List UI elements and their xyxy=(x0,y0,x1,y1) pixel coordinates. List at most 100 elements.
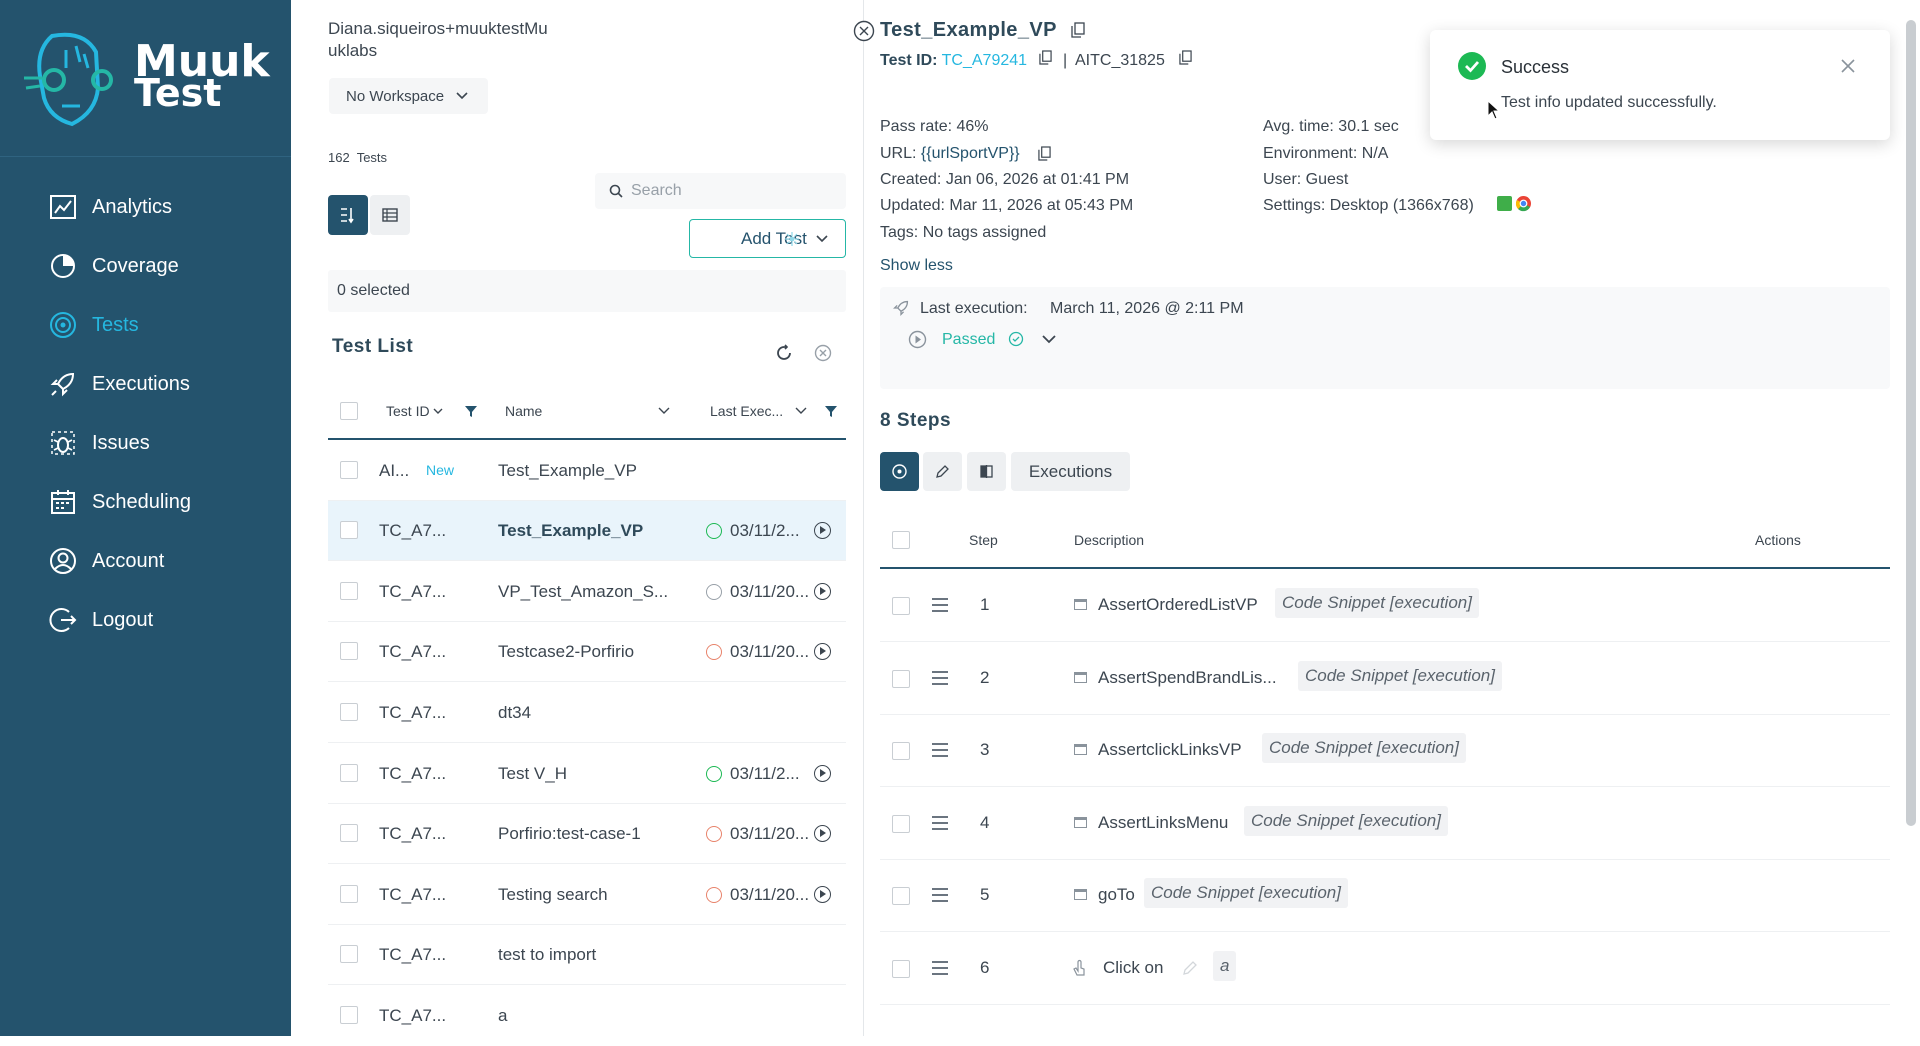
table-row[interactable]: TC_A7... Test V_H 03/11/2... xyxy=(328,744,846,804)
table-row[interactable]: TC_A7... dt34 xyxy=(328,683,846,743)
row-checkbox[interactable] xyxy=(340,703,358,721)
close-icon[interactable] xyxy=(1840,58,1856,74)
row-checkbox[interactable] xyxy=(340,582,358,600)
show-less-link[interactable]: Show less xyxy=(880,257,953,275)
sidebar: Muuk Test Analytics Coverage Tests Execu… xyxy=(0,0,291,1036)
column-test-id[interactable]: Test ID xyxy=(386,403,443,419)
column-last-exec[interactable]: Last Exec... xyxy=(710,403,783,419)
select-all-steps-checkbox[interactable] xyxy=(892,531,910,549)
play-icon[interactable] xyxy=(814,886,831,903)
add-test-button[interactable]: Add Test xyxy=(689,219,846,258)
table-row[interactable]: TC_A7... VP_Test_Amazon_S... 03/11/20... xyxy=(328,562,846,622)
logo[interactable]: Muuk Test xyxy=(0,0,291,157)
sidebar-item-analytics[interactable]: Analytics xyxy=(48,187,278,227)
tab-compare[interactable] xyxy=(967,452,1006,491)
code-snippet-icon xyxy=(1074,672,1087,683)
drag-handle-icon[interactable] xyxy=(932,961,948,975)
test-id-value[interactable]: TC_A79241 xyxy=(942,52,1027,69)
chevron-down-icon[interactable] xyxy=(658,407,670,415)
step-row[interactable]: 5 goTo Code Snippet [execution] xyxy=(880,860,1890,932)
workspace-dropdown[interactable]: No Workspace xyxy=(329,78,488,114)
refresh-icon[interactable] xyxy=(775,344,793,362)
step-checkbox[interactable] xyxy=(892,742,910,760)
view-toggle-table[interactable] xyxy=(370,195,410,235)
chevron-down-icon xyxy=(433,408,443,414)
chevron-down-icon[interactable] xyxy=(795,407,807,415)
drag-handle-icon[interactable] xyxy=(932,888,948,902)
play-icon[interactable] xyxy=(814,522,831,539)
play-icon[interactable] xyxy=(814,643,831,660)
table-row[interactable]: TC_A7... Porfirio:test-case-1 03/11/20..… xyxy=(328,804,846,864)
step-number: 4 xyxy=(980,813,990,832)
step-name: AssertclickLinksVP xyxy=(1098,740,1242,759)
play-icon[interactable] xyxy=(814,825,831,842)
step-row[interactable]: 4 AssertLinksMenu Code Snippet [executio… xyxy=(880,788,1890,860)
steps-title: 8 Steps xyxy=(880,410,952,431)
scrollbar-thumb[interactable] xyxy=(1906,20,1916,826)
table-row[interactable]: AI... New Test_Example_VP xyxy=(328,441,846,501)
step-row[interactable]: 2 AssertSpendBrandLis... Code Snippet [e… xyxy=(880,643,1890,715)
step-checkbox[interactable] xyxy=(892,887,910,905)
sidebar-item-coverage[interactable]: Coverage xyxy=(48,246,278,286)
selector-tag: a xyxy=(1213,951,1237,981)
play-icon[interactable] xyxy=(908,330,927,349)
step-checkbox[interactable] xyxy=(892,670,910,688)
drag-handle-icon[interactable] xyxy=(932,816,948,830)
tab-executions[interactable]: Executions xyxy=(1011,452,1130,491)
row-test-id: TC_A7... xyxy=(379,945,447,964)
copy-icon[interactable] xyxy=(1179,50,1192,65)
sidebar-item-scheduling[interactable]: Scheduling xyxy=(48,482,278,522)
row-checkbox[interactable] xyxy=(340,461,358,479)
table-row[interactable]: TC_A7... Test_Example_VP 03/11/2... xyxy=(328,501,846,561)
row-checkbox[interactable] xyxy=(340,824,358,842)
filter-icon[interactable] xyxy=(824,404,838,418)
tab-edit-steps[interactable] xyxy=(923,452,962,491)
row-test-name: Porfirio:test-case-1 xyxy=(498,824,641,843)
view-toggle-steps[interactable] xyxy=(328,195,368,235)
select-all-checkbox[interactable] xyxy=(340,402,358,420)
table-row[interactable]: TC_A7... Testing search 03/11/20... xyxy=(328,865,846,925)
close-panel-icon[interactable] xyxy=(853,20,875,42)
sidebar-item-logout[interactable]: Logout xyxy=(48,600,278,640)
edit-selector-icon[interactable] xyxy=(1182,960,1198,976)
play-icon[interactable] xyxy=(814,765,831,782)
clear-filters-icon[interactable] xyxy=(814,344,832,362)
row-checkbox[interactable] xyxy=(340,521,358,539)
sidebar-item-account[interactable]: Account xyxy=(48,541,278,581)
step-checkbox[interactable] xyxy=(892,815,910,833)
tab-steps-view[interactable] xyxy=(880,452,919,491)
row-checkbox[interactable] xyxy=(340,642,358,660)
updated-date: Updated: Mar 11, 2026 at 05:43 PM xyxy=(880,197,1134,214)
drag-handle-icon[interactable] xyxy=(932,743,948,757)
muuktest-face-icon xyxy=(24,32,113,127)
step-checkbox[interactable] xyxy=(892,597,910,615)
table-row[interactable]: TC_A7... Testcase2-Porfirio 03/11/20... xyxy=(328,622,846,682)
drag-handle-icon[interactable] xyxy=(932,671,948,685)
row-checkbox[interactable] xyxy=(340,945,358,963)
id-separator: | xyxy=(1063,52,1068,69)
row-test-name: Test_Example_VP xyxy=(498,461,637,480)
step-row[interactable]: 3 AssertclickLinksVP Code Snippet [execu… xyxy=(880,715,1890,787)
row-checkbox[interactable] xyxy=(340,885,358,903)
last-execution-card: Last execution: March 11, 2026 @ 2:11 PM… xyxy=(880,287,1890,389)
filter-icon[interactable] xyxy=(464,404,478,418)
row-checkbox[interactable] xyxy=(340,764,358,782)
copy-icon[interactable] xyxy=(1038,146,1051,161)
drag-handle-icon[interactable] xyxy=(932,598,948,612)
table-row[interactable]: TC_A7... test to import xyxy=(328,925,846,985)
sidebar-item-executions[interactable]: Executions xyxy=(48,364,278,404)
search-input[interactable]: Search xyxy=(595,173,846,209)
row-checkbox[interactable] xyxy=(340,1006,358,1024)
detail-title: Test_Example_VP xyxy=(880,19,1057,41)
step-row[interactable]: 6 Click on a xyxy=(880,933,1890,1005)
sidebar-item-tests[interactable]: Tests xyxy=(48,305,278,345)
sidebar-item-issues[interactable]: Issues xyxy=(48,423,278,463)
column-name[interactable]: Name xyxy=(505,403,542,419)
copy-icon[interactable] xyxy=(1039,50,1052,65)
table-row[interactable]: TC_A7... a xyxy=(328,986,846,1046)
step-checkbox[interactable] xyxy=(892,960,910,978)
chevron-down-icon[interactable] xyxy=(1042,335,1056,344)
copy-icon[interactable] xyxy=(1071,22,1085,38)
play-icon[interactable] xyxy=(814,583,831,600)
step-row[interactable]: 1 AssertOrderedListVP Code Snippet [exec… xyxy=(880,570,1890,642)
